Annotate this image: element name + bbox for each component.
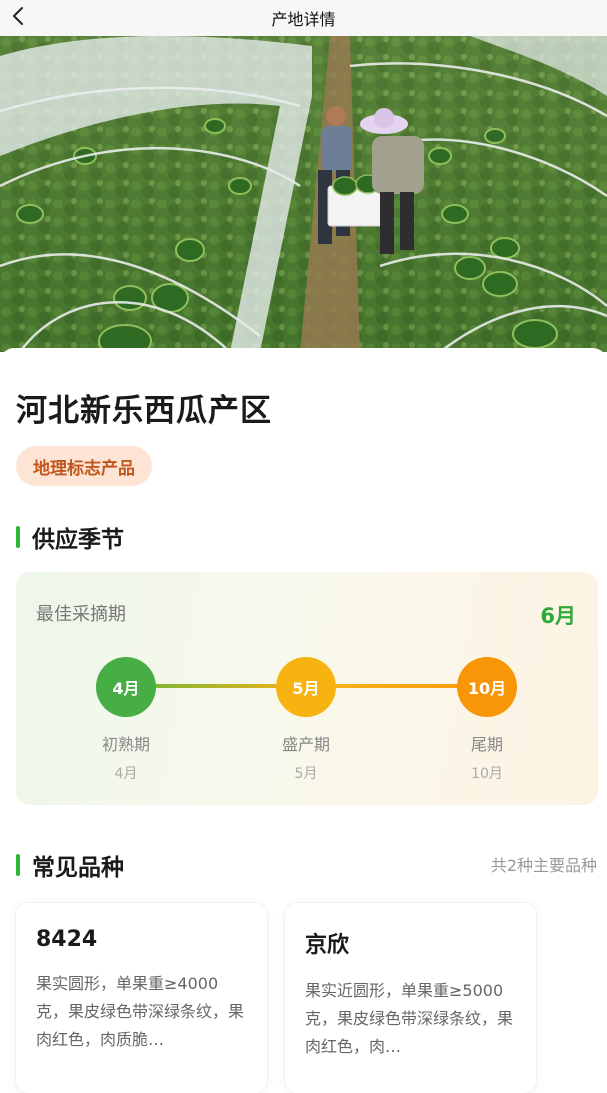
section-header-varieties: 常见品种 — [16, 848, 124, 882]
section-accent-bar — [16, 526, 20, 548]
place-title: 河北新乐西瓜产区 — [16, 393, 272, 429]
stage-month: 4月 — [114, 766, 138, 782]
nav-title: 产地详情 — [271, 10, 336, 29]
variety-count: 共2种主要品种 — [490, 856, 597, 875]
season-stage: 5月 盛产期 5月 — [246, 657, 366, 783]
section-header-season: 供应季节 — [16, 520, 124, 554]
top-nav-bar: 产地详情 — [0, 0, 607, 36]
stage-name: 初熟期 — [101, 735, 150, 754]
stage-name: 尾期 — [470, 735, 503, 754]
variety-card[interactable]: 8424 果实圆形，单果重≥4000克，果皮绿色带深绿条纹，果肉红色，肉质脆… — [16, 903, 267, 1093]
section-accent-bar — [16, 854, 20, 876]
back-button[interactable] — [4, 2, 32, 30]
variety-name: 京欣 — [305, 933, 350, 958]
variety-card[interactable]: 京欣 果实近圆形，单果重≥5000克，果皮绿色带深绿条纹，果肉红色，肉… — [285, 903, 536, 1093]
variety-description: 果实近圆形，单果重≥5000克，果皮绿色带深绿条纹，果肉红色，肉… — [305, 981, 514, 1056]
stage-dot: 4月 — [96, 657, 156, 717]
season-card: 最佳采摘期 6月 4月 初熟期 4月 5月 盛产期 5月 10月 尾期 10月 — [16, 572, 598, 805]
stage-month: 5月 — [294, 766, 318, 782]
season-stage: 10月 尾期 10月 — [427, 657, 547, 783]
best-harvest-label: 最佳采摘期 — [36, 604, 126, 625]
stage-month: 10月 — [471, 766, 503, 782]
section-title-text: 常见品种 — [32, 855, 124, 881]
variety-name: 8424 — [36, 927, 98, 952]
stage-name: 盛产期 — [281, 735, 330, 754]
chevron-left-icon — [13, 7, 23, 25]
stage-dot: 10月 — [457, 657, 517, 717]
section-title-text: 供应季节 — [32, 527, 124, 553]
stage-dot: 5月 — [276, 657, 336, 717]
geo-indication-badge: 地理标志产品 — [16, 446, 152, 486]
variety-description: 果实圆形，单果重≥4000克，果皮绿色带深绿条纹，果肉红色，肉质脆… — [36, 974, 245, 1049]
hero-photo — [0, 36, 607, 352]
season-stage: 4月 初熟期 4月 — [66, 657, 186, 783]
best-harvest-month: 6月 — [540, 604, 576, 628]
